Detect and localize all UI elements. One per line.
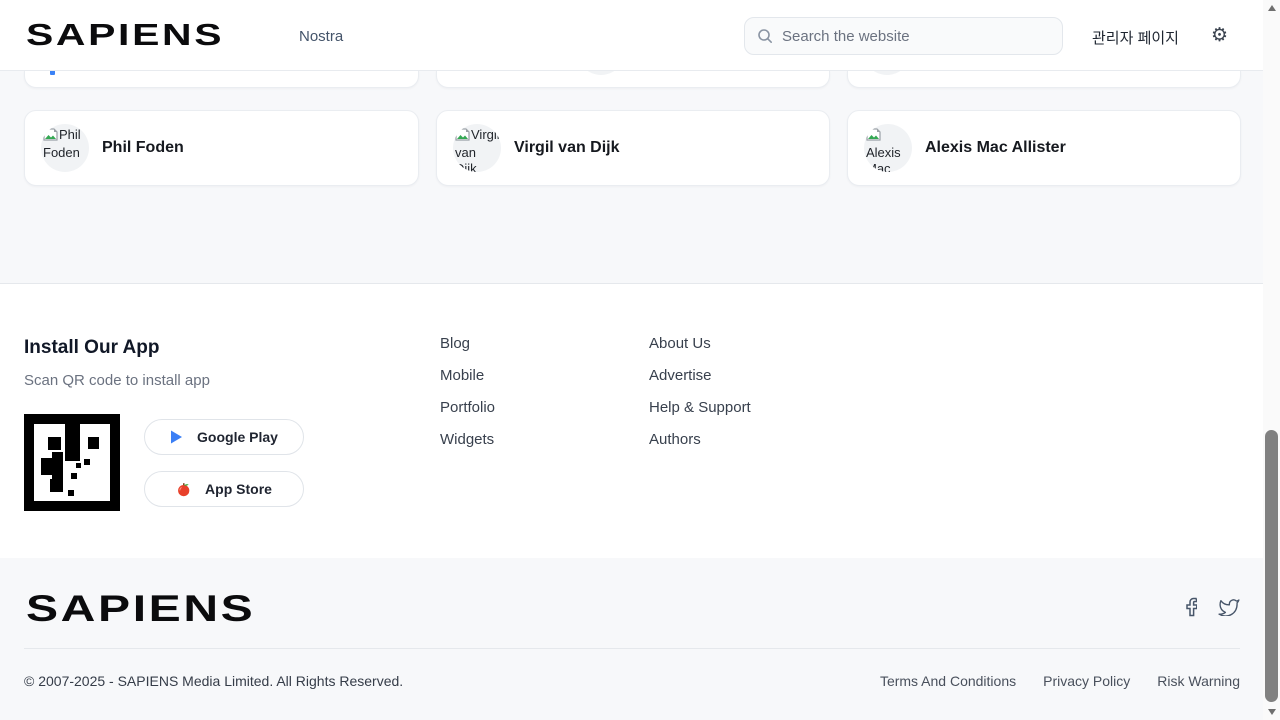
risk-warning-link[interactable]: Risk Warning — [1157, 673, 1240, 689]
qr-code — [24, 414, 120, 511]
legal-links: Terms And Conditions Privacy Policy Risk… — [880, 673, 1240, 689]
footer: Install Our App Scan QR code to install … — [0, 283, 1263, 558]
partial-card[interactable] — [24, 71, 419, 88]
scroll-up-arrow[interactable] — [1263, 0, 1280, 16]
avatar-broken-image: Alexis Mac Allister — [864, 124, 912, 172]
gear-icon[interactable]: ⚙ — [1211, 24, 1228, 48]
privacy-link[interactable]: Privacy Policy — [1043, 673, 1130, 689]
author-name: Alexis Mac Allister — [925, 139, 1066, 157]
twitter-icon[interactable] — [1218, 598, 1240, 616]
avatar — [577, 71, 625, 75]
footer-link-authors[interactable]: Authors — [649, 432, 751, 447]
apple-icon — [176, 482, 191, 497]
avatar-alt-text: Alexis Mac Allister — [866, 145, 905, 172]
site-subtitle: Nostra — [299, 28, 343, 45]
search-input[interactable] — [782, 28, 1050, 45]
avatar-broken-image: Virgil van Dijk — [453, 124, 501, 172]
footer-link-help-support[interactable]: Help & Support — [649, 400, 751, 415]
author-name: Phil Foden — [102, 139, 184, 157]
google-play-label: Google Play — [197, 429, 278, 445]
broken-image-icon — [43, 128, 58, 145]
footer-divider — [24, 648, 1240, 649]
footer-links-column-2: About Us Advertise Help & Support Author… — [649, 336, 751, 447]
footer-link-widgets[interactable]: Widgets — [440, 432, 495, 447]
footer-link-advertise[interactable]: Advertise — [649, 368, 751, 383]
footer-links-column-1: Blog Mobile Portfolio Widgets — [440, 336, 495, 447]
broken-image-icon — [455, 128, 470, 145]
broken-image-icon — [866, 128, 881, 145]
scroll-down-arrow[interactable] — [1263, 704, 1280, 720]
install-app-title: Install Our App — [24, 337, 159, 359]
author-card[interactable]: Phil Foden Phil Foden — [24, 110, 419, 186]
app-store-label: App Store — [205, 481, 272, 497]
terms-link[interactable]: Terms And Conditions — [880, 673, 1016, 689]
sapiens-logo[interactable]: SAPIENS — [26, 17, 224, 53]
avatar — [863, 71, 911, 75]
footer-bottom: SAPIENS © 2007-2025 - SAPIENS Media Limi… — [0, 559, 1263, 720]
copyright-text: © 2007-2025 - SAPIENS Media Limited. All… — [24, 673, 403, 689]
footer-link-about-us[interactable]: About Us — [649, 336, 751, 351]
author-card[interactable]: Alexis Mac Allister Alexis Mac Allister — [847, 110, 1241, 186]
clipped-content-fragment — [50, 71, 55, 75]
admin-page-link[interactable]: 관리자 페이지 — [1092, 27, 1179, 48]
google-play-icon — [170, 430, 183, 444]
scrollbar-thumb[interactable] — [1265, 430, 1278, 702]
vertical-scrollbar[interactable] — [1263, 0, 1280, 720]
avatar-broken-image: Phil Foden — [41, 124, 89, 172]
footer-link-portfolio[interactable]: Portfolio — [440, 400, 495, 415]
author-card[interactable]: Virgil van Dijk Virgil van Dijk — [436, 110, 830, 186]
install-app-subtitle: Scan QR code to install app — [24, 372, 210, 389]
social-icons — [1186, 597, 1240, 617]
author-name: Virgil van Dijk — [514, 139, 620, 157]
google-play-button[interactable]: Google Play — [144, 419, 304, 455]
search-bar[interactable] — [744, 17, 1063, 55]
page: SAPIENS Nostra 관리자 페이지 ⚙ Phil Foden Phil… — [0, 0, 1280, 720]
partial-card[interactable] — [436, 71, 830, 88]
footer-link-blog[interactable]: Blog — [440, 336, 495, 351]
top-navbar: SAPIENS Nostra 관리자 페이지 ⚙ — [0, 0, 1263, 71]
app-store-button[interactable]: App Store — [144, 471, 304, 507]
partial-card[interactable] — [847, 71, 1241, 88]
footer-link-mobile[interactable]: Mobile — [440, 368, 495, 383]
search-icon — [757, 28, 773, 44]
facebook-icon[interactable] — [1186, 597, 1197, 617]
sapiens-footer-logo: SAPIENS — [26, 588, 255, 630]
